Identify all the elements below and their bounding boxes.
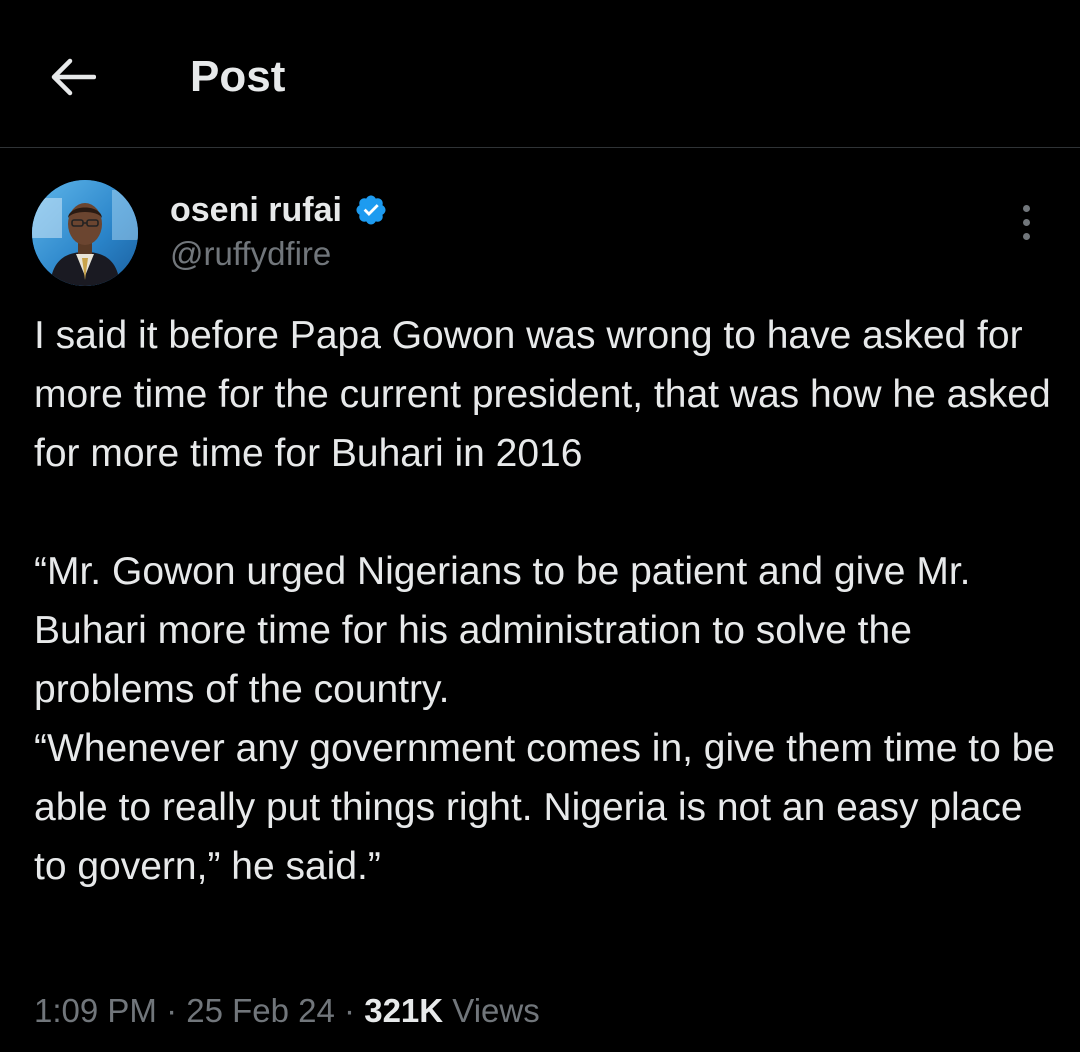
- page-title: Post: [190, 52, 286, 101]
- user-handle[interactable]: @ruffydfire: [170, 234, 331, 274]
- arrow-left-icon: [51, 58, 96, 96]
- tweet-time[interactable]: 1:09 PM: [34, 992, 157, 1029]
- more-dots-icon: [1022, 204, 1030, 212]
- meta-separator: ·: [166, 992, 178, 1029]
- author-name-group[interactable]: oseni rufai: [170, 190, 388, 230]
- tweet-paragraph: I said it before Papa Gowon was wrong to…: [34, 314, 1051, 475]
- views-count: 321K: [364, 992, 444, 1029]
- top-bar: Post: [0, 0, 1080, 148]
- display-name[interactable]: oseni rufai: [170, 190, 342, 230]
- avatar-image: [32, 180, 138, 286]
- author-row: oseni rufai @ruffydfire: [0, 178, 1080, 290]
- more-dots-icon-dot: [1022, 218, 1030, 226]
- more-dots-icon-dot: [1022, 232, 1030, 240]
- tweet-meta: 1:09 PM · 25 Feb 24 · 321K Views: [34, 986, 540, 1036]
- back-button[interactable]: [40, 44, 106, 110]
- views-label: Views: [452, 992, 540, 1029]
- tweet-text: I said it before Papa Gowon was wrong to…: [34, 306, 1064, 896]
- tweet-date[interactable]: 25 Feb 24: [186, 992, 335, 1029]
- meta-separator: ·: [344, 992, 356, 1029]
- verified-badge-icon: [356, 195, 386, 225]
- tweet-paragraph: “Whenever any government comes in, give …: [34, 727, 1055, 888]
- tweet-paragraph: “Mr. Gowon urged Nigerians to be patient…: [34, 550, 971, 711]
- more-options-button[interactable]: [1004, 200, 1048, 244]
- avatar[interactable]: [32, 180, 138, 286]
